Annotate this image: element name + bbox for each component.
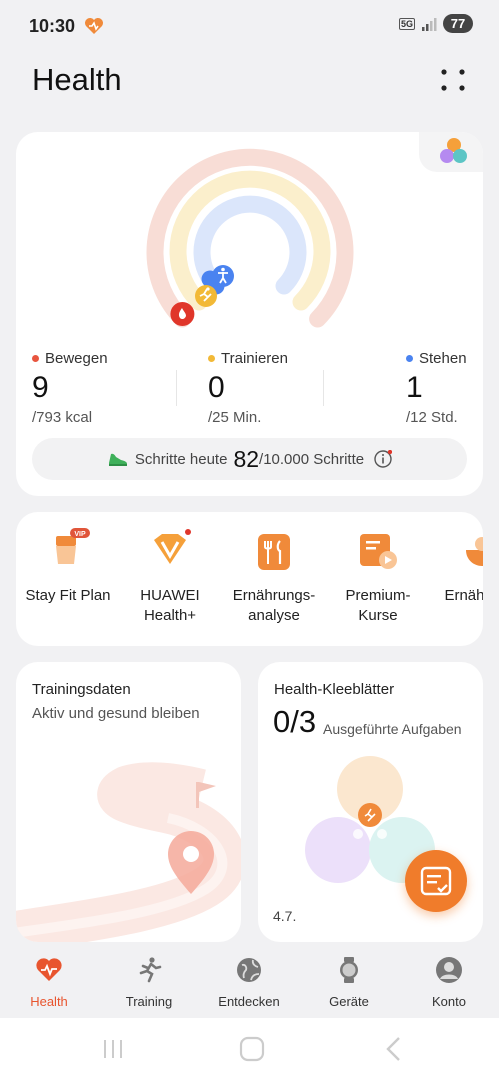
service-huawei-health-plus[interactable]: HUAWEI Health+ bbox=[118, 529, 222, 626]
nav-label: Training bbox=[125, 994, 173, 1009]
stat-exercise[interactable]: Trainieren 0 /25 Min. bbox=[208, 350, 288, 426]
activity-rings[interactable] bbox=[144, 144, 356, 344]
status-bar: 10:30 5G 77 bbox=[0, 0, 499, 52]
divider bbox=[176, 370, 177, 406]
stat-move-label: Bewegen bbox=[45, 350, 108, 367]
vip-badge: VIP bbox=[74, 531, 86, 538]
page-title: Health bbox=[32, 62, 122, 97]
huawei-health-plus-icon bbox=[154, 529, 191, 564]
globe-icon bbox=[237, 958, 261, 982]
shoe-icon bbox=[108, 453, 127, 466]
health-app-notification-icon bbox=[85, 18, 103, 34]
network-type: 5G bbox=[398, 17, 415, 30]
stand-dot bbox=[406, 355, 413, 362]
nav-tab-health[interactable]: Health bbox=[4, 956, 94, 1009]
stand-ring-knob bbox=[212, 265, 234, 287]
stay-fit-plan-icon: VIP bbox=[56, 528, 90, 564]
steps-today-pill[interactable]: Schritte heute 82/10.000 Schritte bbox=[32, 438, 467, 480]
stat-exercise-value: 0 bbox=[208, 371, 225, 404]
training-data-card[interactable]: Trainingsdaten Aktiv und gesund bleiben bbox=[16, 662, 241, 942]
home-icon[interactable] bbox=[239, 1036, 265, 1062]
service-nutrition-log[interactable]: Ernähr prot bbox=[430, 532, 483, 606]
divider bbox=[323, 370, 324, 406]
services-carousel[interactable]: VIP Stay Fit Plan HUAWEI Health+ Ernähru… bbox=[16, 512, 483, 646]
running-icon bbox=[139, 957, 162, 983]
info-icon[interactable] bbox=[374, 450, 393, 468]
stat-move-value: 9 bbox=[32, 371, 49, 404]
clover-switch-tab[interactable] bbox=[419, 132, 483, 172]
more-options-icon[interactable] bbox=[436, 64, 470, 98]
battery-level: 77 bbox=[443, 14, 473, 33]
fork-knife-icon bbox=[258, 534, 290, 570]
person-icon bbox=[436, 957, 462, 983]
activity-rings-card[interactable]: Bewegen 9 /793 kcal Trainieren 0 /25 Min… bbox=[16, 132, 483, 496]
service-label: Stay Fit Plan bbox=[25, 587, 111, 604]
task-list-fab[interactable] bbox=[405, 850, 467, 912]
stat-move[interactable]: Bewegen 9 /793 kcal bbox=[32, 350, 108, 426]
stat-exercise-goal: /25 Min. bbox=[208, 409, 262, 426]
back-icon[interactable] bbox=[383, 1036, 403, 1062]
recents-icon[interactable] bbox=[101, 1037, 125, 1061]
clover-date: 4.7. bbox=[273, 908, 297, 924]
nav-label: Konto bbox=[432, 994, 466, 1009]
service-stay-fit-plan[interactable]: VIP Stay Fit Plan bbox=[16, 528, 120, 606]
nav-label: Geräte bbox=[329, 994, 369, 1009]
system-navigation-bar bbox=[0, 1018, 499, 1080]
steps-goal: /10.000 Schritte bbox=[259, 450, 365, 468]
stat-move-goal: /793 kcal bbox=[32, 409, 93, 426]
service-nutrition-analysis[interactable]: Ernährungs-analyse bbox=[222, 532, 326, 626]
status-time: 10:30 bbox=[29, 16, 76, 36]
watch-icon bbox=[340, 957, 358, 983]
video-course-icon bbox=[360, 534, 397, 569]
move-ring-knob bbox=[170, 302, 195, 326]
status-icons: 5G 77 bbox=[398, 14, 473, 33]
nav-tab-discover[interactable]: Entdecken bbox=[204, 956, 294, 1009]
service-label: HUAWEI Health+ bbox=[140, 587, 200, 624]
service-label: Ernährungs-analyse bbox=[232, 587, 316, 624]
heart-pulse-icon bbox=[36, 958, 62, 981]
steps-value: 82 bbox=[233, 445, 260, 472]
stat-stand[interactable]: Stehen 1 /12 Std. bbox=[406, 350, 467, 426]
steps-label: Schritte heute bbox=[134, 450, 228, 468]
service-premium-courses[interactable]: Premium-Kurse bbox=[326, 532, 430, 626]
nav-tab-account[interactable]: Konto bbox=[404, 956, 494, 1009]
service-label: Premium-Kurse bbox=[345, 587, 411, 624]
stat-stand-goal: /12 Std. bbox=[406, 409, 458, 426]
bottom-navigation: Health Training Entdecken Geräte Konto bbox=[0, 944, 499, 1018]
nav-tab-devices[interactable]: Geräte bbox=[304, 956, 394, 1009]
stat-stand-value: 1 bbox=[406, 371, 423, 404]
exercise-dot bbox=[208, 355, 215, 362]
nav-tab-training[interactable]: Training bbox=[104, 956, 194, 1009]
signal-icon bbox=[422, 17, 437, 31]
clover-icon bbox=[440, 138, 467, 163]
stat-stand-label: Stehen bbox=[419, 350, 467, 367]
road-illustration bbox=[16, 762, 241, 942]
bowl-icon bbox=[466, 537, 483, 566]
checklist-icon bbox=[420, 866, 452, 896]
exercise-ring-knob bbox=[195, 285, 217, 307]
service-label: Ernähr prot bbox=[444, 587, 483, 604]
move-dot bbox=[32, 355, 39, 362]
stat-exercise-label: Trainieren bbox=[221, 350, 288, 367]
nav-label: Entdecken bbox=[218, 994, 280, 1009]
nav-label: Health bbox=[30, 994, 68, 1009]
